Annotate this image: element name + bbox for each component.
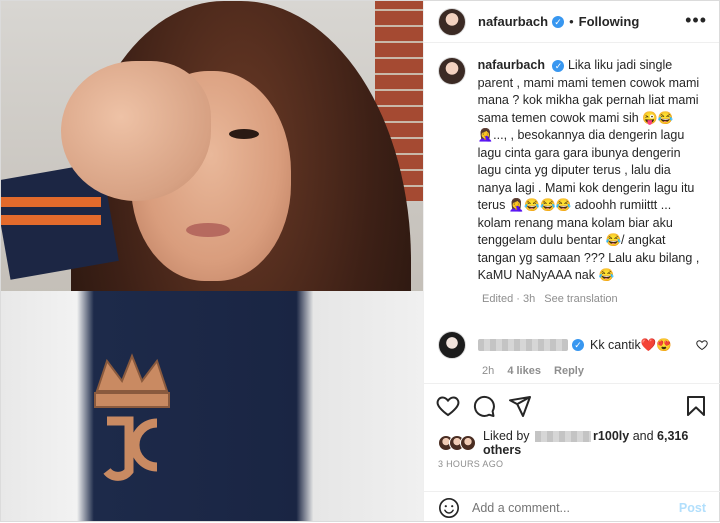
caption-edited-time: Edited · 3h xyxy=(482,292,536,305)
photo-sleeve-stripe xyxy=(1,215,101,225)
add-comment-bar: Post xyxy=(424,491,720,523)
photo-jacket xyxy=(1,291,423,521)
see-translation-link[interactable]: See translation xyxy=(544,293,617,305)
likes-summary: Liked by r100ly and 6,316 others xyxy=(438,429,708,457)
likes-text: Liked by r100ly and 6,316 others xyxy=(483,429,708,457)
likes-prefix: Liked by xyxy=(483,429,530,443)
caption-text-block: nafaurbach ✓ Lika liku jadi single paren… xyxy=(478,57,706,285)
comment-likes[interactable]: 4 likes xyxy=(507,365,541,377)
verified-icon: ✓ xyxy=(552,60,565,72)
comment-row: ✓ Kk cantik❤️😍 xyxy=(438,331,708,359)
commenter-username-redacted xyxy=(478,339,568,351)
photo-hand xyxy=(61,61,211,201)
photo-sleeve-stripe xyxy=(1,197,101,207)
liker-avatars[interactable] xyxy=(438,435,476,451)
caption-text: Lika liku jadi single parent , mami mami… xyxy=(477,58,700,282)
comment-item: ✓ Kk cantik❤️😍 2h 4 likes Reply xyxy=(438,331,708,377)
bookmark-icon[interactable] xyxy=(684,394,708,418)
more-icon[interactable]: ••• xyxy=(685,11,707,29)
likes-connector: and xyxy=(632,429,654,443)
comment-text: Kk cantik❤️😍 xyxy=(590,337,672,352)
author-avatar[interactable] xyxy=(438,7,466,36)
photo-eye xyxy=(229,129,259,139)
liker-avatar xyxy=(460,435,476,451)
caption: nafaurbach ✓ Lika liku jadi single paren… xyxy=(438,57,706,285)
header-separator: • xyxy=(569,14,574,29)
action-bar xyxy=(424,383,720,427)
liker-username-redacted xyxy=(535,431,592,443)
verified-icon: ✓ xyxy=(552,15,565,28)
heart-icon[interactable] xyxy=(436,394,460,418)
post-sidebar: nafaurbach ✓ • Following ••• nafaurbach … xyxy=(423,1,720,523)
comment-meta: 2h 4 likes Reply xyxy=(482,365,708,377)
emoji-icon[interactable] xyxy=(438,497,460,519)
caption-username[interactable]: nafaurbach xyxy=(478,58,545,72)
comment-reply-button[interactable]: Reply xyxy=(554,365,584,377)
share-icon[interactable] xyxy=(508,394,532,418)
caption-meta: Edited · 3h See translation xyxy=(482,293,706,305)
liker-username-partial[interactable]: r100ly xyxy=(593,429,629,443)
caption-avatar[interactable] xyxy=(438,57,466,85)
add-comment-input[interactable] xyxy=(472,500,672,515)
commenter-avatar[interactable] xyxy=(438,331,466,359)
verified-icon: ✓ xyxy=(572,339,584,351)
comment-heart-icon[interactable] xyxy=(696,339,708,351)
post-timestamp[interactable]: 3 HOURS AGO xyxy=(438,459,503,469)
following-button[interactable]: Following xyxy=(579,14,640,29)
comment-time: 2h xyxy=(482,365,495,377)
post-photo[interactable] xyxy=(1,1,423,521)
photo-jacket-crest xyxy=(94,353,170,481)
comments-panel[interactable]: nafaurbach ✓ Lika liku jadi single paren… xyxy=(424,43,720,383)
photo-lips xyxy=(186,223,230,237)
post-comment-button[interactable]: Post xyxy=(679,501,706,515)
comment-icon[interactable] xyxy=(472,394,496,418)
instagram-post-modal: nafaurbach ✓ • Following ••• nafaurbach … xyxy=(0,0,720,522)
post-header: nafaurbach ✓ • Following ••• xyxy=(424,1,719,43)
author-username[interactable]: nafaurbach xyxy=(478,14,548,29)
